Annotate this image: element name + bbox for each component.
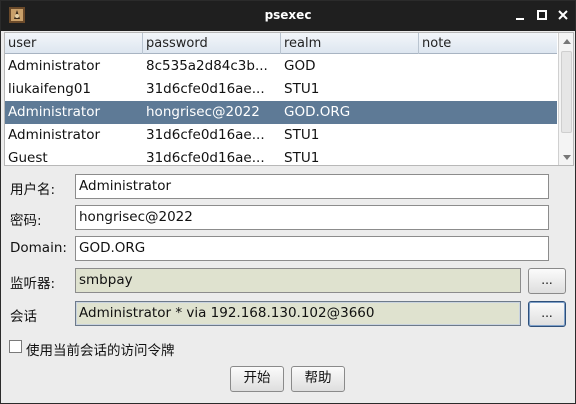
help-button[interactable]: 帮助	[291, 366, 345, 392]
listener-browse-button[interactable]: ...	[528, 268, 566, 294]
credentials-table: user password realm note Administrator 8…	[4, 32, 574, 166]
cell-realm: GOD	[284, 58, 316, 74]
cell-password: 8c535a2d84c3b...	[146, 58, 268, 74]
start-button[interactable]: 开始	[230, 366, 284, 392]
cell-user: liukaifeng01	[8, 81, 92, 97]
window-title: psexec	[264, 8, 312, 22]
use-token-label: 使用当前会话的访问令牌	[26, 343, 175, 359]
maximize-icon[interactable]	[535, 8, 549, 22]
cell-realm: STU1	[284, 127, 320, 143]
scroll-down-icon[interactable]	[563, 155, 571, 160]
table-row[interactable]: Guest 31d6cfe0d16ae... STU1	[5, 147, 557, 166]
scrollbar-thumb[interactable]	[561, 51, 572, 133]
cell-realm: GOD.ORG	[284, 104, 351, 120]
cell-realm: STU1	[284, 81, 320, 97]
table-row[interactable]: Administrator 31d6cfe0d16ae... STU1	[5, 124, 557, 147]
cell-password: hongrisec@2022	[146, 104, 260, 120]
listener-label: 监听器:	[10, 276, 56, 292]
minimize-icon[interactable]	[513, 8, 527, 22]
column-header-realm[interactable]: realm	[281, 33, 419, 54]
cell-note	[419, 55, 557, 78]
close-icon[interactable]	[556, 8, 570, 22]
table-row[interactable]: liukaifeng01 31d6cfe0d16ae... STU1	[5, 78, 557, 101]
domain-field[interactable]: GOD.ORG	[75, 236, 549, 261]
domain-label: Domain:	[10, 240, 67, 256]
username-label: 用户名:	[10, 182, 56, 198]
table-row-selected[interactable]: Administrator hongrisec@2022 GOD.ORG	[5, 101, 557, 124]
cell-note	[419, 101, 557, 124]
domain-row: Domain: GOD.ORG	[1, 236, 575, 262]
username-row: 用户名: Administrator	[1, 174, 575, 200]
psexec-dialog: psexec user password realm note Administ…	[0, 0, 576, 404]
listener-row: 监听器: smbpay ...	[1, 268, 575, 294]
table-scrollbar[interactable]	[558, 33, 573, 165]
cell-user: Administrator	[8, 58, 101, 74]
column-header-note[interactable]: note	[419, 33, 557, 54]
column-header-password[interactable]: password	[143, 33, 281, 54]
session-browse-button[interactable]: ...	[528, 301, 566, 327]
session-field[interactable]: Administrator * via 192.168.130.102@3660	[75, 301, 521, 326]
column-header-user[interactable]: user	[5, 33, 143, 54]
table-row[interactable]: Administrator 8c535a2d84c3b... GOD	[5, 55, 557, 78]
cell-user: Administrator	[8, 127, 101, 143]
table-header: user password realm note	[5, 33, 557, 54]
cell-realm: STU1	[284, 150, 320, 166]
session-row: 会话 Administrator * via 192.168.130.102@3…	[1, 301, 575, 327]
scroll-up-icon[interactable]	[563, 39, 571, 44]
cell-password: 31d6cfe0d16ae...	[146, 150, 265, 166]
listener-field[interactable]: smbpay	[75, 268, 521, 293]
cell-note	[419, 147, 557, 165]
cell-note	[419, 124, 557, 147]
username-field[interactable]: Administrator	[75, 174, 549, 199]
cell-note	[419, 78, 557, 101]
use-token-checkbox[interactable]	[9, 340, 22, 353]
cell-user: Administrator	[8, 104, 101, 120]
session-label: 会话	[10, 309, 37, 325]
password-row: 密码: hongrisec@2022	[1, 205, 575, 231]
password-field[interactable]: hongrisec@2022	[75, 205, 549, 230]
password-label: 密码:	[10, 213, 42, 229]
cell-password: 31d6cfe0d16ae...	[146, 81, 265, 97]
cell-user: Guest	[8, 150, 48, 166]
title-bar[interactable]: psexec	[1, 1, 575, 31]
cell-password: 31d6cfe0d16ae...	[146, 127, 265, 143]
